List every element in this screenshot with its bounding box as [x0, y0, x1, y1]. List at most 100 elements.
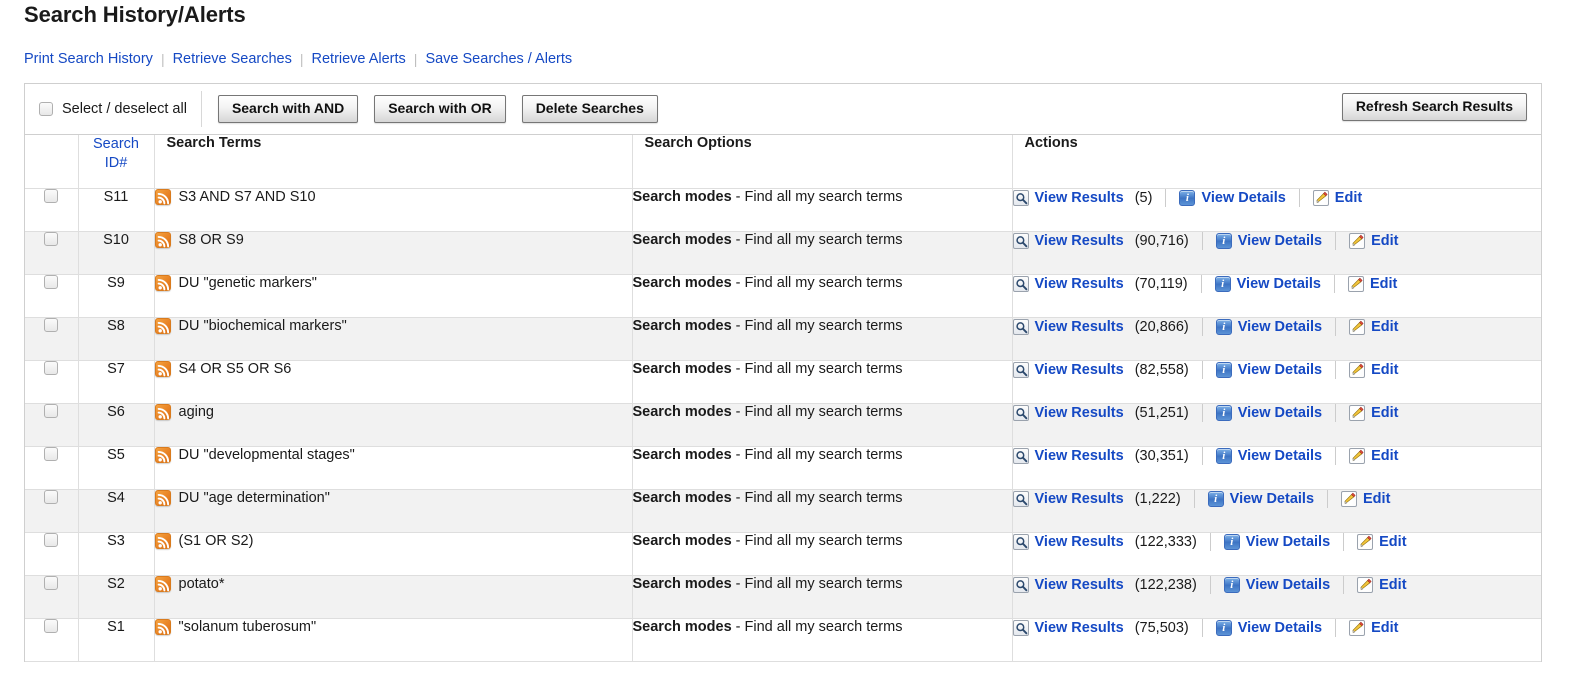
view-results-action[interactable]: View Results (90,716)	[1012, 232, 1189, 249]
edit-link[interactable]: Edit	[1363, 491, 1390, 507]
edit-pencil-icon[interactable]	[1349, 232, 1366, 249]
info-icon[interactable]: i	[1223, 576, 1240, 593]
delete-searches-button[interactable]: Delete Searches	[521, 95, 658, 123]
search-with-or-button[interactable]: Search with OR	[374, 95, 506, 123]
edit-action[interactable]: Edit	[1349, 447, 1398, 464]
view-details-action[interactable]: i View Details	[1179, 189, 1286, 206]
view-results-action[interactable]: View Results (122,238)	[1012, 576, 1197, 593]
row-select-checkbox[interactable]	[44, 446, 59, 461]
edit-pencil-icon[interactable]	[1312, 189, 1329, 206]
edit-link[interactable]: Edit	[1379, 577, 1406, 593]
view-details-link[interactable]: View Details	[1246, 534, 1330, 550]
rss-icon[interactable]	[154, 489, 171, 506]
view-details-link[interactable]: View Details	[1201, 190, 1285, 206]
rss-icon[interactable]	[154, 575, 171, 592]
row-select-checkbox[interactable]	[44, 618, 59, 633]
magnifier-icon[interactable]	[1012, 275, 1029, 292]
info-icon[interactable]: i	[1223, 533, 1240, 550]
view-details-link[interactable]: View Details	[1238, 448, 1322, 464]
rss-icon[interactable]	[154, 188, 171, 205]
edit-link[interactable]: Edit	[1371, 319, 1398, 335]
edit-pencil-icon[interactable]	[1357, 576, 1374, 593]
edit-action[interactable]: Edit	[1357, 576, 1407, 593]
info-icon[interactable]: i	[1215, 404, 1232, 421]
info-icon[interactable]: i	[1215, 361, 1232, 378]
view-details-action[interactable]: i View Details	[1215, 361, 1322, 378]
magnifier-icon[interactable]	[1012, 361, 1029, 378]
edit-action[interactable]: Edit	[1348, 275, 1397, 292]
edit-link[interactable]: Edit	[1371, 362, 1398, 378]
column-header-search-id[interactable]: Search ID#	[78, 135, 155, 189]
view-details-action[interactable]: i View Details	[1214, 275, 1321, 292]
view-results-action[interactable]: View Results (51,251)	[1012, 404, 1189, 421]
view-results-action[interactable]: View Results (70,119)	[1012, 275, 1188, 292]
magnifier-icon[interactable]	[1012, 490, 1029, 507]
magnifier-icon[interactable]	[1012, 533, 1029, 550]
view-details-link[interactable]: View Details	[1237, 276, 1321, 292]
print-search-history-link[interactable]: Print Search History	[24, 51, 153, 67]
edit-action[interactable]: Edit	[1349, 404, 1398, 421]
edit-pencil-icon[interactable]	[1349, 447, 1366, 464]
view-results-link[interactable]: View Results	[1035, 319, 1124, 335]
magnifier-icon[interactable]	[1012, 447, 1029, 464]
edit-action[interactable]: Edit	[1312, 189, 1362, 206]
edit-pencil-icon[interactable]	[1341, 490, 1358, 507]
edit-action[interactable]: Edit	[1341, 490, 1390, 507]
edit-pencil-icon[interactable]	[1349, 318, 1366, 335]
rss-icon[interactable]	[154, 317, 171, 334]
edit-action[interactable]: Edit	[1349, 619, 1398, 636]
edit-action[interactable]: Edit	[1349, 318, 1398, 335]
edit-pencil-icon[interactable]	[1357, 533, 1374, 550]
view-details-action[interactable]: i View Details	[1207, 490, 1314, 507]
row-select-checkbox[interactable]	[44, 274, 59, 289]
row-select-checkbox[interactable]	[44, 489, 59, 504]
info-icon[interactable]: i	[1215, 619, 1232, 636]
view-details-action[interactable]: i View Details	[1215, 404, 1322, 421]
edit-action[interactable]: Edit	[1357, 533, 1407, 550]
view-results-link[interactable]: View Results	[1035, 534, 1124, 550]
view-details-link[interactable]: View Details	[1238, 405, 1322, 421]
search-with-and-button[interactable]: Search with AND	[217, 95, 359, 123]
view-details-action[interactable]: i View Details	[1215, 232, 1322, 249]
magnifier-icon[interactable]	[1012, 619, 1029, 636]
rss-icon[interactable]	[154, 446, 171, 463]
edit-link[interactable]: Edit	[1371, 233, 1398, 249]
edit-link[interactable]: Edit	[1371, 405, 1398, 421]
info-icon[interactable]: i	[1215, 318, 1232, 335]
view-details-link[interactable]: View Details	[1238, 362, 1322, 378]
edit-action[interactable]: Edit	[1349, 232, 1398, 249]
info-icon[interactable]: i	[1215, 232, 1232, 249]
rss-icon[interactable]	[154, 618, 171, 635]
rss-icon[interactable]	[154, 274, 171, 291]
view-results-action[interactable]: View Results (30,351)	[1012, 447, 1189, 464]
retrieve-searches-link[interactable]: Retrieve Searches	[173, 51, 292, 67]
rss-icon[interactable]	[154, 532, 171, 549]
view-results-link[interactable]: View Results	[1035, 620, 1124, 636]
magnifier-icon[interactable]	[1012, 404, 1029, 421]
rss-icon[interactable]	[154, 231, 171, 248]
magnifier-icon[interactable]	[1012, 576, 1029, 593]
refresh-search-results-button[interactable]: Refresh Search Results	[1341, 93, 1527, 121]
view-details-action[interactable]: i View Details	[1223, 533, 1330, 550]
magnifier-icon[interactable]	[1012, 232, 1029, 249]
row-select-checkbox[interactable]	[44, 188, 59, 203]
view-details-action[interactable]: i View Details	[1215, 447, 1322, 464]
view-results-link[interactable]: View Results	[1035, 276, 1124, 292]
magnifier-icon[interactable]	[1012, 189, 1029, 206]
edit-pencil-icon[interactable]	[1348, 275, 1364, 292]
info-icon[interactable]: i	[1179, 189, 1196, 206]
edit-link[interactable]: Edit	[1371, 620, 1398, 636]
view-details-link[interactable]: View Details	[1238, 319, 1322, 335]
row-select-checkbox[interactable]	[44, 532, 59, 547]
magnifier-icon[interactable]	[1012, 318, 1029, 335]
row-select-checkbox[interactable]	[44, 231, 59, 246]
view-results-action[interactable]: View Results (5)	[1012, 189, 1152, 206]
edit-link[interactable]: Edit	[1379, 534, 1406, 550]
view-results-link[interactable]: View Results	[1035, 405, 1124, 421]
row-select-checkbox[interactable]	[44, 360, 59, 375]
rss-icon[interactable]	[154, 403, 171, 420]
view-results-link[interactable]: View Results	[1035, 233, 1124, 249]
edit-pencil-icon[interactable]	[1349, 361, 1366, 378]
row-select-checkbox[interactable]	[44, 317, 59, 332]
view-details-link[interactable]: View Details	[1238, 233, 1322, 249]
